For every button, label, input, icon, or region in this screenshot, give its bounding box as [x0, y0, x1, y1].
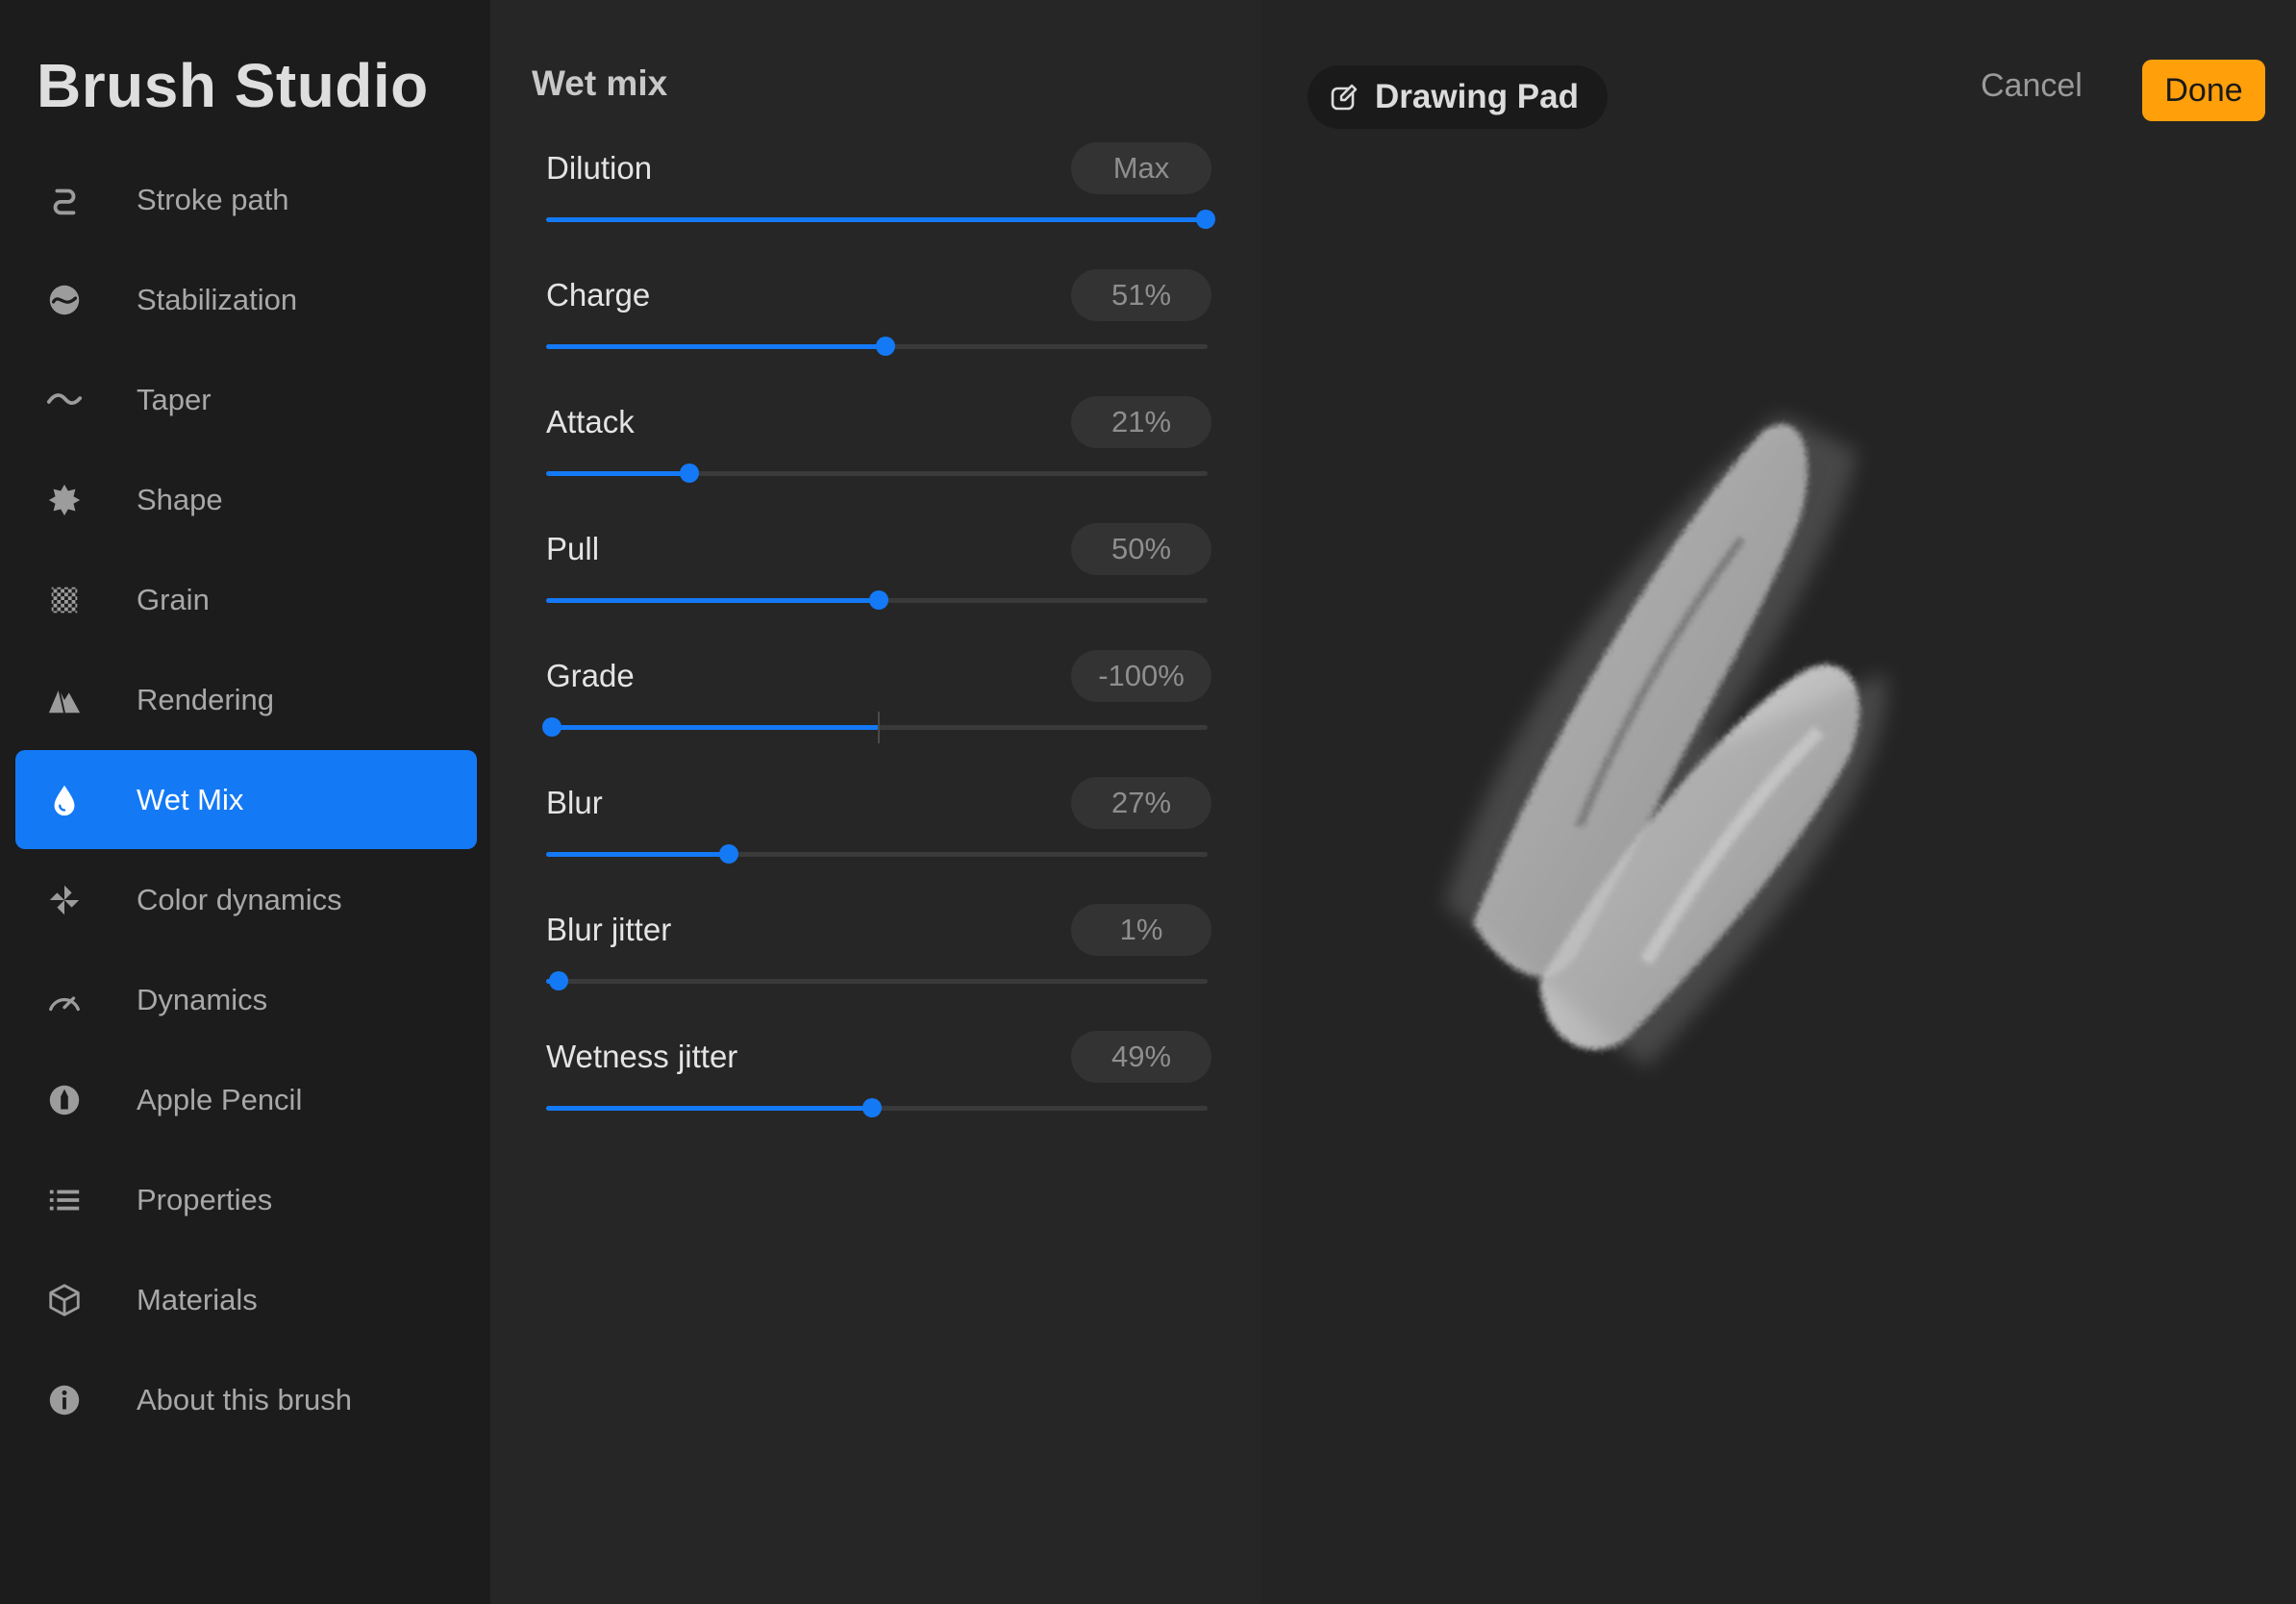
- slider-thumb[interactable]: [679, 464, 699, 483]
- slider-thumb[interactable]: [718, 844, 738, 864]
- setting-label: Grade: [546, 658, 635, 693]
- shape-icon: [46, 482, 83, 518]
- info-icon: [46, 1382, 83, 1418]
- stroke-path-icon: [46, 182, 83, 218]
- slider-thumb[interactable]: [1196, 210, 1215, 229]
- sidebar-item-label: Grain: [137, 582, 210, 616]
- setting-label: Blur jitter: [546, 912, 672, 947]
- slider-track[interactable]: [546, 590, 1208, 610]
- slider-center-tick: [878, 712, 880, 743]
- sidebar-item-label: Dynamics: [137, 982, 268, 1016]
- rendering-icon: [46, 682, 83, 718]
- value-pill[interactable]: 27%: [1071, 777, 1211, 829]
- slider-track[interactable]: [546, 464, 1208, 483]
- sidebar-item-label: Apple Pencil: [137, 1082, 303, 1116]
- slider-track[interactable]: [546, 337, 1208, 356]
- slider-track[interactable]: [542, 712, 1208, 743]
- setting-label: Dilution: [546, 150, 653, 186]
- slider-fill: [552, 725, 879, 730]
- setting-label: Charge: [546, 277, 651, 313]
- sidebar-item-apple-pencil[interactable]: Apple Pencil: [15, 1050, 477, 1149]
- setting-wetness-jitter: Wetness jitter 49%: [546, 1031, 1211, 1144]
- value-pill[interactable]: 51%: [1071, 269, 1211, 321]
- drawing-pad-button[interactable]: Drawing Pad: [1308, 65, 1608, 129]
- sidebar-item-label: Properties: [137, 1182, 273, 1216]
- brush-stroke-preview: [1444, 414, 1887, 1067]
- sidebar-item-dynamics[interactable]: Dynamics: [15, 950, 477, 1049]
- sidebar-item-about[interactable]: About this brush: [15, 1350, 477, 1449]
- settings-panel: Wet mix Dilution Max Charge 51% Attack 2…: [490, 0, 1261, 1604]
- sidebar: Brush Studio Stroke path Stabilization T…: [0, 0, 490, 1604]
- slider-thumb[interactable]: [542, 717, 562, 737]
- slider-track[interactable]: [546, 210, 1215, 229]
- value-pill[interactable]: Max: [1071, 142, 1211, 194]
- setting-blur-jitter: Blur jitter 1%: [546, 904, 1211, 1017]
- slider-thumb[interactable]: [548, 971, 568, 990]
- drawing-pad[interactable]: Drawing Pad Cancel Done: [1261, 0, 2296, 1604]
- panel-title: Wet mix: [532, 63, 668, 103]
- sidebar-item-label: Taper: [137, 382, 212, 416]
- setting-blur: Blur 27%: [546, 777, 1211, 890]
- value-pill[interactable]: 21%: [1071, 396, 1211, 448]
- sidebar-item-grain[interactable]: Grain: [15, 550, 477, 649]
- setting-pull: Pull 50%: [546, 523, 1211, 637]
- sidebar-item-label: Rendering: [137, 682, 275, 716]
- slider-track[interactable]: [546, 971, 1208, 990]
- pinwheel-icon: [46, 882, 83, 918]
- sidebar-item-stabilization[interactable]: Stabilization: [15, 250, 477, 349]
- setting-label: Attack: [546, 404, 635, 439]
- slider-track[interactable]: [546, 1098, 1208, 1117]
- sidebar-item-color-dynamics[interactable]: Color dynamics: [15, 850, 477, 949]
- setting-label: Blur: [546, 785, 603, 820]
- slider-fill: [546, 471, 689, 476]
- gauge-icon: [46, 982, 83, 1018]
- sidebar-item-stroke-path[interactable]: Stroke path: [15, 150, 477, 249]
- sidebar-item-wet-mix[interactable]: Wet Mix: [15, 750, 477, 849]
- droplet-icon: [46, 782, 83, 818]
- slider-fill: [546, 852, 729, 857]
- slider-fill: [546, 1106, 873, 1111]
- slider-fill: [546, 598, 879, 603]
- setting-attack: Attack 21%: [546, 396, 1211, 510]
- setting-grade: Grade -100%: [542, 650, 1211, 764]
- sidebar-item-label: Stroke path: [137, 182, 289, 216]
- edit-icon: [1331, 84, 1358, 111]
- app-title: Brush Studio: [37, 51, 429, 120]
- sidebar-item-shape[interactable]: Shape: [15, 450, 477, 549]
- list-icon: [46, 1182, 83, 1218]
- sidebar-item-taper[interactable]: Taper: [15, 350, 477, 449]
- sidebar-item-rendering[interactable]: Rendering: [15, 650, 477, 749]
- sidebar-item-label: Wet Mix: [137, 782, 244, 816]
- drawing-pad-label: Drawing Pad: [1375, 78, 1579, 115]
- setting-charge: Charge 51%: [546, 269, 1211, 383]
- slider-thumb[interactable]: [869, 590, 888, 610]
- setting-label: Pull: [546, 531, 600, 566]
- cancel-button[interactable]: Cancel: [1981, 67, 2083, 105]
- sidebar-item-materials[interactable]: Materials: [15, 1250, 477, 1349]
- sidebar-item-label: About this brush: [137, 1382, 353, 1416]
- slider-fill: [546, 217, 1206, 222]
- taper-icon: [46, 382, 83, 418]
- pencil-icon: [46, 1082, 83, 1118]
- setting-dilution: Dilution Max: [546, 142, 1215, 256]
- slider-fill: [546, 344, 886, 349]
- slider-thumb[interactable]: [862, 1098, 883, 1117]
- stabilization-icon: [46, 282, 83, 318]
- slider-thumb[interactable]: [875, 337, 895, 356]
- sidebar-item-label: Stabilization: [137, 282, 298, 316]
- sidebar-item-properties[interactable]: Properties: [15, 1150, 477, 1249]
- done-button[interactable]: Done: [2142, 60, 2265, 121]
- cube-icon: [46, 1282, 83, 1318]
- value-pill[interactable]: 49%: [1071, 1031, 1211, 1083]
- grain-icon: [46, 582, 83, 618]
- slider-track[interactable]: [546, 844, 1208, 864]
- value-pill[interactable]: 50%: [1071, 523, 1211, 575]
- sidebar-item-label: Color dynamics: [137, 882, 342, 916]
- setting-label: Wetness jitter: [546, 1039, 738, 1074]
- sidebar-item-label: Shape: [137, 482, 223, 516]
- sidebar-item-label: Materials: [137, 1282, 258, 1316]
- value-pill[interactable]: -100%: [1071, 650, 1211, 702]
- value-pill[interactable]: 1%: [1071, 904, 1211, 956]
